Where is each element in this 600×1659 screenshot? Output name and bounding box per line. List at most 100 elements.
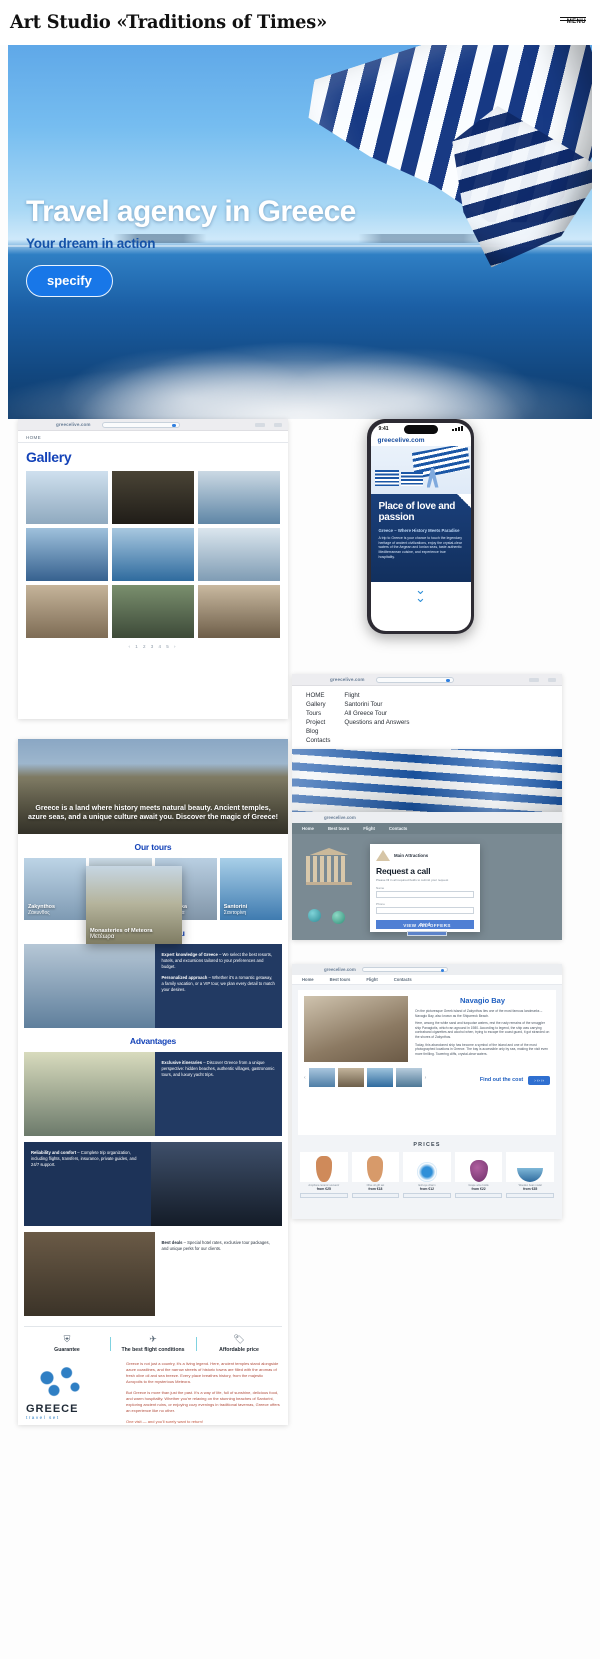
feature-heading: Expert knowledge of Greece — [161, 952, 218, 957]
nav-item[interactable]: Flight — [363, 826, 375, 831]
nav-item[interactable]: Contacts — [389, 826, 407, 831]
specify-button[interactable]: specify — [26, 265, 113, 297]
nav-item[interactable]: Contacts — [306, 737, 330, 746]
thumbnail[interactable] — [337, 1068, 364, 1087]
tour-name-gr: Ζάκυνθος — [28, 910, 50, 916]
navagio-mockup[interactable]: greecelive.com Home Best tours Flight Co… — [292, 964, 562, 1219]
buy-button[interactable] — [506, 1193, 554, 1199]
nav-item[interactable]: Questions and Answers — [344, 719, 409, 728]
address-text: greecelive.com — [324, 967, 356, 972]
gallery-photo[interactable] — [112, 585, 194, 638]
story-banner-text: Greece is a land where history meets nat… — [28, 803, 278, 821]
address-bar[interactable] — [361, 967, 448, 972]
scroll-down-icon[interactable]: ⌄ ⌄ — [371, 582, 471, 604]
tour-name-gr: Σαντορίνη — [223, 910, 247, 916]
toolbar-chip-1 — [529, 677, 539, 682]
prices-title: PRICES — [413, 1142, 441, 1148]
gallery-mockup[interactable]: greecelive.com HOME Gallery ‹ 1 2 3 4 5 … — [18, 419, 288, 719]
nav-item[interactable]: Best tours — [328, 826, 349, 831]
footer-left: GREECE travel set Contacts +30 210 000 0… — [26, 1361, 118, 1425]
feature-heading: Exclusive itineraries — [161, 1060, 203, 1065]
thumbnail[interactable] — [395, 1068, 422, 1087]
hero-copy: Travel agency in Greece Your dream in ac… — [26, 195, 356, 297]
feature-text: Best deals – Special hotel rates, exclus… — [154, 1232, 282, 1316]
price-item[interactable]: Wooden boat model from €35 — [506, 1152, 554, 1199]
nav-item[interactable]: Flight — [366, 977, 377, 982]
price-item[interactable]: Olive oil gift set from €18 — [351, 1152, 400, 1199]
feature-text: Exclusive itineraries – Discover Greece … — [154, 1052, 282, 1136]
nav-item[interactable]: Contacts — [394, 977, 412, 982]
tour-card[interactable]: Santorini Σαντορίνη — [219, 858, 282, 920]
tour-card-featured[interactable]: Monasteries of Meteora Μετέωρα — [86, 866, 182, 944]
nav-mockup[interactable]: greecelive.com HOME Gallery Tours Projec… — [292, 674, 562, 749]
nav-item[interactable]: Project — [306, 719, 330, 728]
price-item[interactable]: Amphora ceramic souvenir from €25 — [300, 1152, 348, 1199]
phone-input[interactable] — [376, 907, 474, 914]
nav-item[interactable]: Home — [302, 977, 314, 982]
navagio-cta[interactable]: Find out the cost › ›› ›› — [429, 1075, 550, 1085]
nav-item[interactable]: Santorini Tour — [344, 701, 409, 710]
dynamic-island — [403, 425, 438, 434]
offers-button[interactable] — [407, 931, 447, 936]
address-bar[interactable] — [101, 421, 180, 428]
view-all-offers-label[interactable]: VIEW ALL OFFERS — [292, 923, 562, 928]
thumbnail[interactable] — [366, 1068, 393, 1087]
nav-item[interactable]: Tours — [306, 710, 330, 719]
navagio-thumbnails: ‹ › Find out the cost › ›› ›› — [304, 1068, 550, 1087]
gallery-grid — [18, 469, 288, 644]
nav-item[interactable]: All Greece Tour — [344, 710, 409, 719]
footer-logo-name: GREECE — [26, 1403, 79, 1415]
site-brand: Art Studio «Traditions of Times» — [10, 12, 327, 33]
breadcrumb[interactable]: HOME — [18, 431, 288, 443]
product-image — [454, 1152, 503, 1182]
navagio-photo[interactable] — [304, 996, 408, 1062]
nav-item[interactable]: Gallery — [306, 701, 330, 710]
gallery-photo[interactable] — [26, 528, 108, 581]
address-bar[interactable] — [375, 676, 454, 683]
gallery-photo[interactable] — [112, 471, 194, 524]
nav-item[interactable]: HOME — [306, 692, 330, 701]
gallery-pager[interactable]: ‹ 1 2 3 4 5 › — [18, 644, 288, 657]
nav-item[interactable]: Best tours — [330, 977, 351, 982]
buy-button[interactable] — [351, 1193, 400, 1199]
browser-chrome: greecelive.com — [292, 964, 562, 975]
nav-item[interactable]: Blog — [306, 728, 330, 737]
clock: 9:41 — [378, 425, 389, 432]
request-call-modal[interactable]: Main Attractions Request a call Please f… — [370, 844, 480, 932]
flag-banner-mockup — [292, 749, 562, 812]
gallery-photo[interactable] — [26, 471, 108, 524]
thumbnail[interactable] — [308, 1068, 335, 1087]
coin-icon — [308, 909, 321, 922]
nav-item[interactable]: Flight — [344, 692, 409, 701]
hero-title: Travel agency in Greece — [26, 195, 356, 228]
nav-item[interactable]: Home — [302, 826, 314, 831]
request-call-mockup[interactable]: greecelive.com Home Best tours Flight Co… — [292, 812, 562, 940]
gallery-photo[interactable] — [198, 528, 280, 581]
gallery-photo[interactable] — [112, 528, 194, 581]
feature-text: Expert knowledge of Greece – We select t… — [154, 944, 282, 1028]
price-item[interactable]: Grape wine bottle from €22 — [454, 1152, 503, 1199]
hero-subtitle: Your dream in action — [26, 236, 156, 251]
gallery-photo[interactable] — [26, 585, 108, 638]
story-banner-photo: Greece is a land where history meets nat… — [18, 739, 288, 834]
name-input[interactable] — [376, 891, 474, 898]
tour-card[interactable]: Zakynthos Ζάκυνθος — [24, 858, 87, 920]
phone-mockup[interactable]: 9:41 greecelive.com Place of love and pa… — [367, 419, 474, 634]
buy-button[interactable] — [300, 1193, 348, 1199]
gallery-photo[interactable] — [198, 471, 280, 524]
next-arrow-icon[interactable]: › — [425, 1075, 427, 1081]
buy-button[interactable] — [403, 1193, 451, 1199]
prev-arrow-icon[interactable]: ‹ — [304, 1075, 306, 1081]
gallery-photo[interactable] — [198, 585, 280, 638]
nav-columns: HOME Gallery Tours Project Blog Contacts… — [292, 686, 562, 746]
badge-price: 🏷 Affordable price — [196, 1335, 282, 1353]
cta-button[interactable]: › ›› ›› — [528, 1075, 550, 1085]
buy-button[interactable] — [454, 1193, 503, 1199]
menu-label: MENU — [566, 18, 586, 25]
price-item[interactable]: Evil eye charm from €12 — [403, 1152, 451, 1199]
badge-flight: ✈ The best flight conditions — [110, 1335, 196, 1353]
menu-button[interactable]: MENU — [560, 16, 586, 28]
navagio-row: Navagio Bay On the picturesque Greek isl… — [304, 996, 550, 1062]
feature-photo — [24, 1232, 155, 1316]
story-mockup[interactable]: Greece is a land where history meets nat… — [18, 739, 288, 1425]
